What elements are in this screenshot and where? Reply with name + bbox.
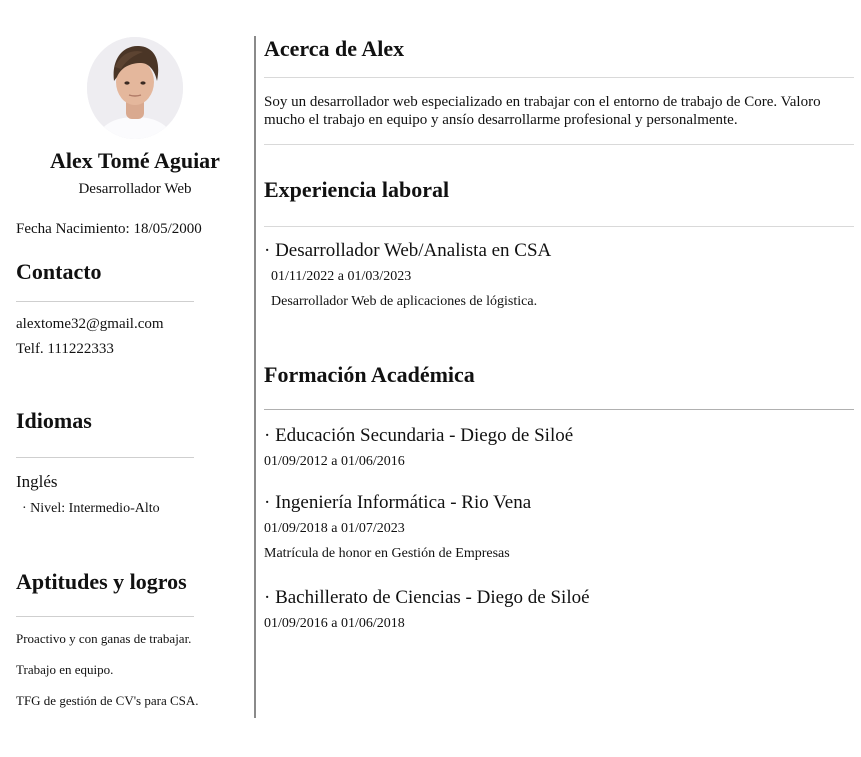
profile-role: Desarrollador Web xyxy=(78,181,192,197)
section-divider xyxy=(264,144,854,145)
sidebar-divider xyxy=(254,36,256,718)
languages-heading: Idiomas xyxy=(16,408,92,433)
contact-email[interactable]: alextome32@gmail.com xyxy=(16,316,164,333)
education-dates: 01/09/2012 a 01/06/2016 xyxy=(264,454,405,469)
skill-item: Proactivo y con ganas de trabajar. xyxy=(16,631,192,646)
experience-divider xyxy=(264,226,854,227)
skills-divider xyxy=(16,616,194,617)
education-dates: 01/09/2018 a 01/07/2023 xyxy=(264,521,405,536)
profile-name: Alex Tomé Aguiar xyxy=(50,148,220,173)
experience-dates: 01/11/2022 a 01/03/2023 xyxy=(271,269,412,284)
education-divider xyxy=(264,409,854,410)
skills-heading: Aptitudes y logros xyxy=(16,569,187,594)
language-level: · Nivel: Intermedio-Alto xyxy=(22,501,160,516)
language-name: Inglés xyxy=(16,472,58,491)
skill-item: Trabajo en equipo. xyxy=(16,662,114,677)
education-dates: 01/09/2016 a 01/06/2018 xyxy=(264,616,405,631)
education-heading: Formación Académica xyxy=(264,362,475,387)
person-photo-icon xyxy=(87,37,183,139)
contact-divider xyxy=(16,301,194,302)
contact-heading: Contacto xyxy=(16,259,102,284)
skill-item: TFG de gestión de CV's para CSA. xyxy=(16,693,199,708)
education-title: · Bachillerato de Ciencias - Diego de Si… xyxy=(264,587,590,608)
birth-date: Fecha Nacimiento: 18/05/2000 xyxy=(16,221,202,237)
about-divider xyxy=(264,77,854,78)
about-text: Soy un desarrollador web especializado e… xyxy=(264,94,821,128)
languages-divider xyxy=(16,457,194,458)
experience-heading: Experiencia laboral xyxy=(264,177,450,202)
contact-phone[interactable]: Telf. 111222333 xyxy=(16,341,114,358)
profile-photo xyxy=(87,37,183,139)
education-title: · Educación Secundaria - Diego de Siloé xyxy=(264,425,574,446)
education-title: · Ingeniería Informática - Rio Vena xyxy=(264,492,532,513)
about-heading: Acerca de Alex xyxy=(264,36,405,61)
sidebar: Alex Tomé Aguiar Desarrollador Web Fecha… xyxy=(0,0,255,718)
experience-desc: Desarrollador Web de aplicaciones de lóg… xyxy=(271,294,538,309)
experience-title: · Desarrollador Web/Analista en CSA xyxy=(264,240,552,261)
education-desc: Matrícula de honor en Gestión de Empresa… xyxy=(264,546,510,561)
